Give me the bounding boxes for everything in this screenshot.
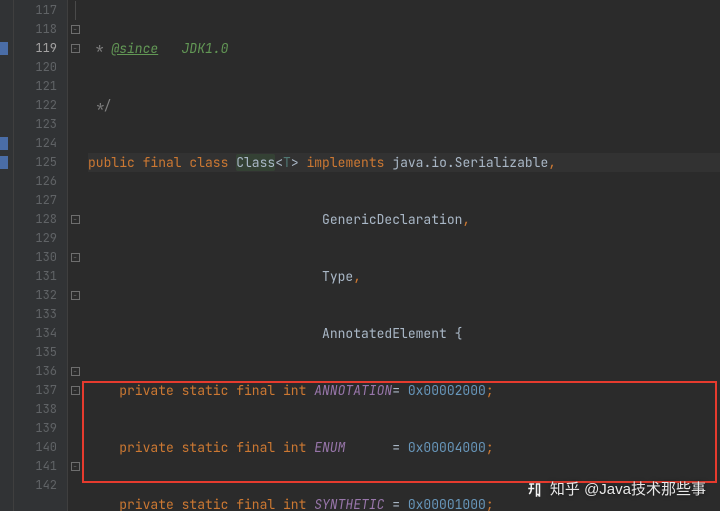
line-number[interactable]: 134 xyxy=(14,324,67,343)
line-number[interactable]: 137 xyxy=(14,381,67,400)
fold-end-icon[interactable]: - xyxy=(68,457,82,476)
marker-strip xyxy=(0,0,14,511)
fold-column: - - - - - - - - xyxy=(68,0,82,511)
fold-end-icon[interactable]: - xyxy=(68,20,82,39)
fold-guide xyxy=(68,1,82,20)
line-number[interactable]: 129 xyxy=(14,229,67,248)
change-marker xyxy=(0,42,8,55)
code-area[interactable]: * @since JDK1.0 */ public final class Cl… xyxy=(82,0,720,511)
zhihu-icon xyxy=(526,481,544,499)
line-number[interactable]: 119 xyxy=(14,39,67,58)
line-number[interactable]: 123 xyxy=(14,115,67,134)
line-number[interactable]: 122 xyxy=(14,96,67,115)
line-number[interactable]: 133 xyxy=(14,305,67,324)
change-marker xyxy=(0,156,8,169)
line-number[interactable]: 117 xyxy=(14,1,67,20)
line-number[interactable]: 121 xyxy=(14,77,67,96)
fold-start-icon[interactable]: - xyxy=(68,381,82,400)
code-editor: 117 118 119 120 121 122 123 124 125 126 … xyxy=(0,0,720,511)
line-number[interactable]: 132 xyxy=(14,286,67,305)
line-number[interactable]: 118 xyxy=(14,20,67,39)
fold-start-icon[interactable]: - xyxy=(68,39,82,58)
watermark-text: 知乎 @Java技术那些事 xyxy=(550,480,706,499)
fold-end-icon[interactable]: - xyxy=(68,362,82,381)
line-number[interactable]: 136 xyxy=(14,362,67,381)
change-marker xyxy=(0,137,8,150)
fold-start-icon[interactable]: - xyxy=(68,210,82,229)
watermark: 知乎 @Java技术那些事 xyxy=(526,480,706,499)
line-number[interactable]: 124 xyxy=(14,134,67,153)
line-number[interactable]: 130 xyxy=(14,248,67,267)
line-number[interactable]: 120 xyxy=(14,58,67,77)
line-number[interactable]: 127 xyxy=(14,191,67,210)
line-number[interactable]: 138 xyxy=(14,400,67,419)
line-number[interactable]: 135 xyxy=(14,343,67,362)
fold-start-icon[interactable]: - xyxy=(68,286,82,305)
line-number[interactable]: 131 xyxy=(14,267,67,286)
line-number[interactable]: 142 xyxy=(14,476,67,495)
line-number[interactable]: 125 xyxy=(14,153,67,172)
gutter[interactable]: 117 118 119 120 121 122 123 124 125 126 … xyxy=(14,0,68,511)
line-number[interactable]: 140 xyxy=(14,438,67,457)
line-number[interactable]: 128 xyxy=(14,210,67,229)
fold-end-icon[interactable]: - xyxy=(68,248,82,267)
line-number[interactable]: 139 xyxy=(14,419,67,438)
line-number[interactable]: 141 xyxy=(14,457,67,476)
line-number[interactable]: 126 xyxy=(14,172,67,191)
